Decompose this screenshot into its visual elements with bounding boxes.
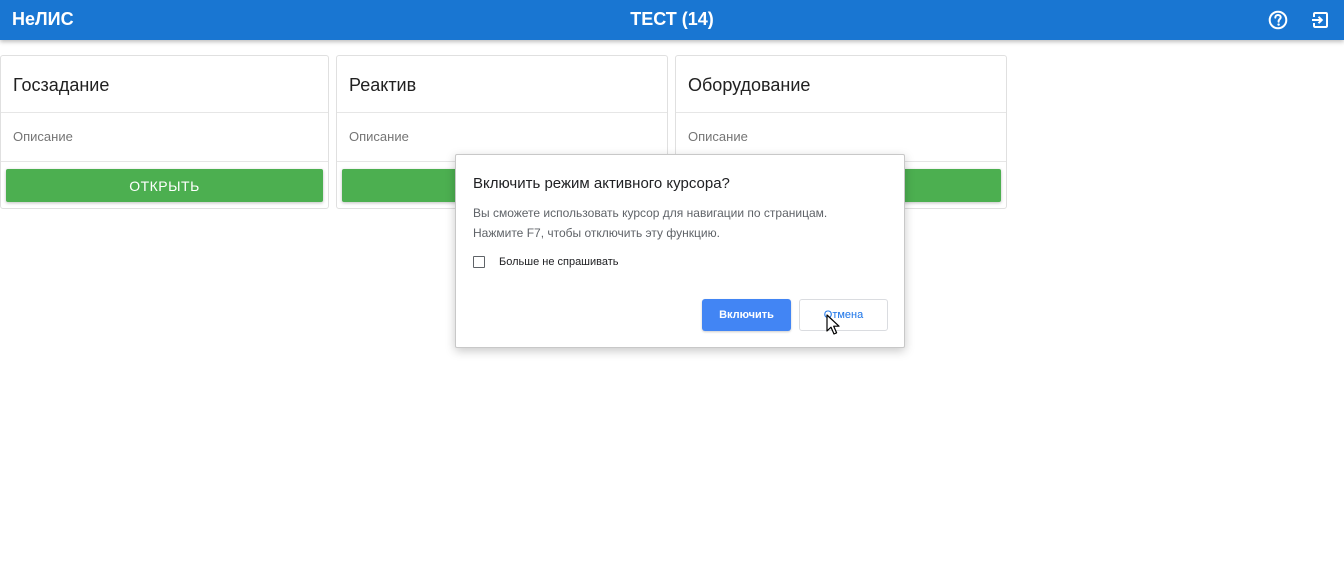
card-title: Оборудование bbox=[688, 75, 811, 95]
dialog-message: Вы сможете использовать курсор для навиг… bbox=[473, 203, 883, 243]
card-divider bbox=[1, 161, 328, 162]
card-description: Описание bbox=[13, 129, 73, 144]
dialog-title: Включить режим активного курсора? bbox=[473, 175, 730, 192]
dialog-message-line: Нажмите F7, чтобы отключить эту функцию. bbox=[473, 226, 720, 240]
caret-browsing-dialog: Включить режим активного курсора? Вы смо… bbox=[455, 154, 905, 348]
enable-button[interactable]: Включить bbox=[702, 299, 791, 331]
dialog-message-line: Вы сможете использовать курсор для навиг… bbox=[473, 206, 828, 220]
page-title: ТЕСТ (14) bbox=[630, 9, 714, 29]
card-divider bbox=[676, 112, 1006, 113]
card-description: Описание bbox=[688, 129, 748, 144]
exit-icon bbox=[1312, 12, 1328, 28]
cancel-button[interactable]: Отмена bbox=[799, 299, 888, 331]
card-divider bbox=[1, 112, 328, 113]
dont-ask-again-checkbox[interactable] bbox=[473, 256, 485, 268]
help-circle-icon bbox=[1268, 10, 1288, 30]
open-button[interactable]: ОТКРЫТЬ bbox=[6, 169, 323, 202]
dont-ask-again-label[interactable]: Больше не спрашивать bbox=[499, 255, 619, 269]
cancel-button-label: Отмена bbox=[823, 309, 864, 321]
help-button[interactable] bbox=[1265, 7, 1291, 33]
dont-ask-again-row[interactable]: Больше не спрашивать bbox=[473, 255, 619, 269]
card-divider bbox=[337, 112, 667, 113]
app-bar: НеЛИС ТЕСТ (14) bbox=[0, 0, 1344, 40]
card-goszadanie: Госзадание Описание ОТКРЫТЬ bbox=[0, 55, 329, 209]
card-description: Описание bbox=[349, 129, 409, 144]
card-title: Реактив bbox=[349, 75, 417, 95]
card-title: Госзадание bbox=[13, 75, 110, 95]
logout-button[interactable] bbox=[1307, 7, 1333, 33]
